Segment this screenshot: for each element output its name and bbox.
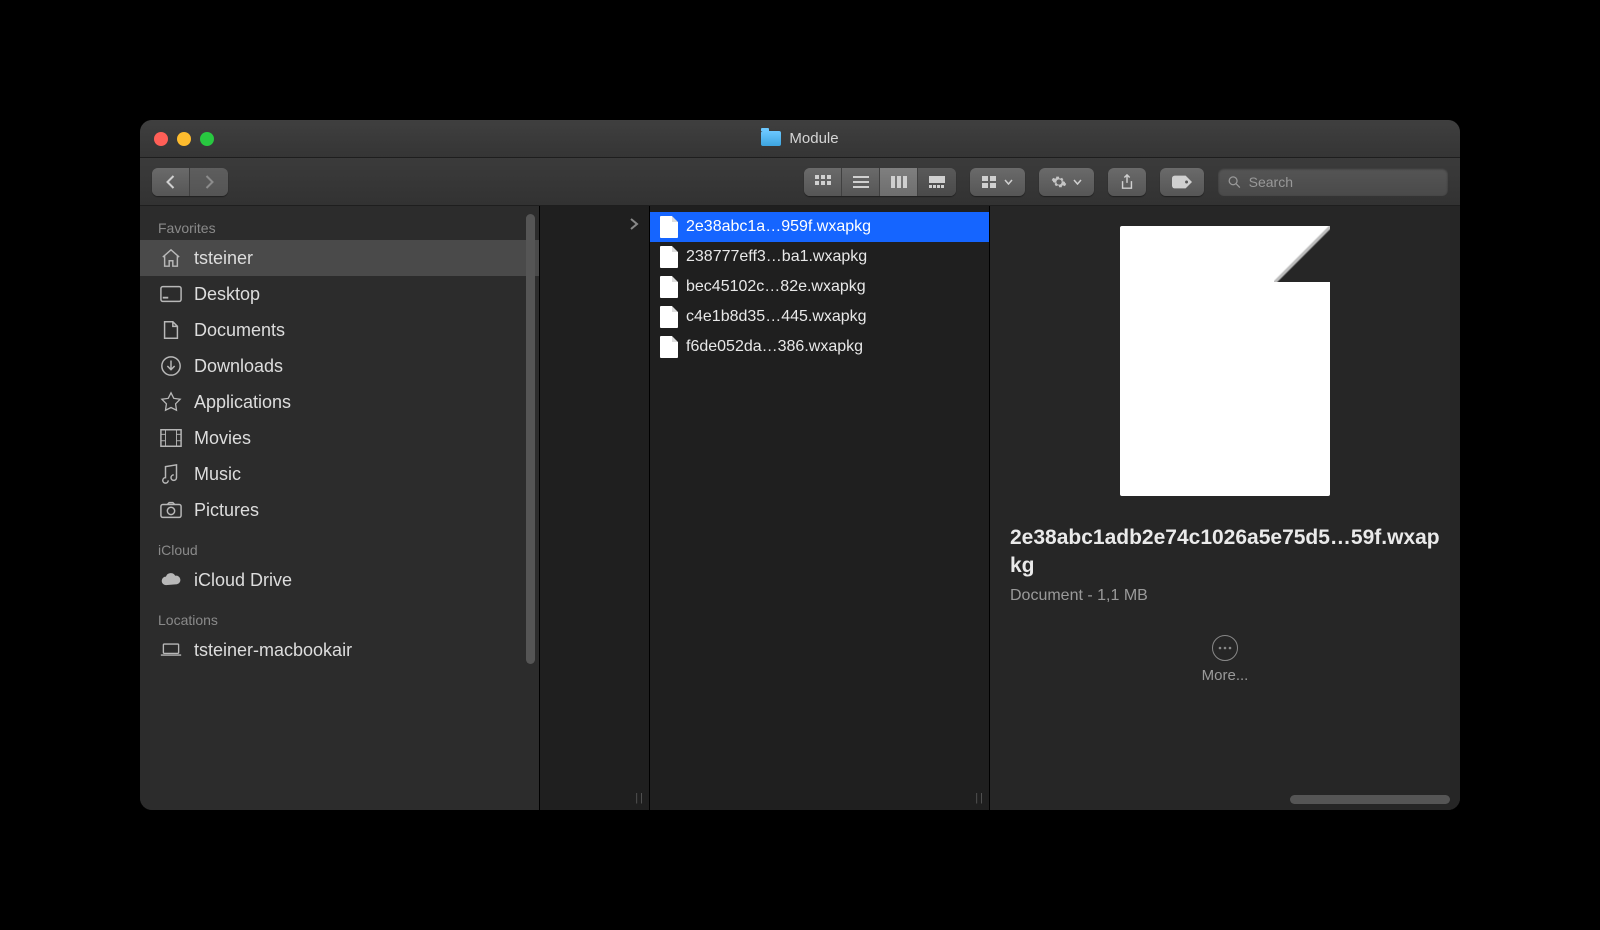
sidebar-item-label: Downloads	[194, 356, 283, 377]
sidebar-section-header: Locations	[140, 598, 539, 632]
chevron-down-icon	[1004, 179, 1013, 185]
documents-icon	[160, 319, 182, 341]
home-icon	[160, 247, 182, 269]
document-icon	[660, 336, 678, 358]
share-button[interactable]	[1108, 168, 1146, 196]
download-icon	[160, 355, 182, 377]
document-icon	[660, 306, 678, 328]
sidebar-section-header: iCloud	[140, 528, 539, 562]
sidebar-item-downloads[interactable]: Downloads	[140, 348, 539, 384]
finder-window: Module	[140, 120, 1460, 810]
toolbar	[140, 158, 1460, 206]
sidebar-item-label: iCloud Drive	[194, 570, 292, 591]
view-mode-buttons	[804, 168, 956, 196]
preview-pane: 2e38abc1adb2e74c1026a5e75d5…59f.wxapkg D…	[990, 206, 1460, 810]
sidebar-item-home[interactable]: tsteiner	[140, 240, 539, 276]
list-view-button[interactable]	[842, 168, 880, 196]
sidebar-item-documents[interactable]: Documents	[140, 312, 539, 348]
forward-button[interactable]	[190, 168, 228, 196]
sidebar-item-label: tsteiner-macbookair	[194, 640, 352, 661]
sidebar-item-pictures[interactable]: Pictures	[140, 492, 539, 528]
file-row[interactable]: c4e1b8d35…445.wxapkg	[650, 302, 989, 332]
column-parent[interactable]: ||	[540, 206, 650, 810]
sidebar-item-label: Music	[194, 464, 241, 485]
applications-icon	[160, 391, 182, 413]
chevron-down-icon	[1073, 179, 1082, 185]
cloud-icon	[160, 569, 182, 591]
share-icon	[1120, 174, 1134, 190]
gear-icon	[1051, 174, 1067, 190]
column-files: 2e38abc1a…959f.wxapkg 238777eff3…ba1.wxa…	[650, 206, 990, 810]
sidebar-item-movies[interactable]: Movies	[140, 420, 539, 456]
folder-icon	[761, 131, 781, 146]
sidebar-item-label: Documents	[194, 320, 285, 341]
horizontal-scrollbar[interactable]	[1290, 795, 1450, 804]
sidebar-scrollbar[interactable]	[526, 214, 535, 664]
window-controls	[154, 132, 214, 146]
file-name: f6de052da…386.wxapkg	[686, 338, 863, 356]
column-resize-handle[interactable]: ||	[635, 792, 645, 804]
window-title: Module	[140, 130, 1460, 147]
file-name: 2e38abc1a…959f.wxapkg	[686, 218, 871, 236]
close-window-button[interactable]	[154, 132, 168, 146]
preview-more-label: More...	[1202, 667, 1249, 684]
sidebar-section-header: Favorites	[140, 206, 539, 240]
zoom-window-button[interactable]	[200, 132, 214, 146]
column-view-button[interactable]	[880, 168, 918, 196]
desktop-icon	[160, 283, 182, 305]
movies-icon	[160, 427, 182, 449]
column-resize-handle[interactable]: ||	[975, 792, 985, 804]
file-name: 238777eff3…ba1.wxapkg	[686, 248, 867, 266]
document-icon	[660, 276, 678, 298]
search-field[interactable]	[1218, 168, 1448, 196]
back-button[interactable]	[152, 168, 190, 196]
sidebar-item-icloud-drive[interactable]: iCloud Drive	[140, 562, 539, 598]
preview-file-meta: Document - 1,1 MB	[1010, 587, 1440, 605]
file-name: bec45102c…82e.wxapkg	[686, 278, 866, 296]
sidebar-item-label: Desktop	[194, 284, 260, 305]
column-browser: || 2e38abc1a…959f.wxapkg 238777eff3…ba1.…	[540, 206, 1460, 810]
titlebar: Module	[140, 120, 1460, 158]
camera-icon	[160, 499, 182, 521]
window-title-text: Module	[789, 130, 838, 147]
music-icon	[160, 463, 182, 485]
file-row[interactable]: 238777eff3…ba1.wxapkg	[650, 242, 989, 272]
minimize-window-button[interactable]	[177, 132, 191, 146]
file-preview-thumbnail	[1120, 226, 1330, 496]
action-menu-button[interactable]	[1039, 168, 1094, 196]
icon-view-button[interactable]	[804, 168, 842, 196]
group-by-button[interactable]	[970, 168, 1025, 196]
search-input[interactable]	[1249, 174, 1438, 190]
sidebar-item-label: Applications	[194, 392, 291, 413]
nav-buttons	[152, 168, 228, 196]
preview-file-name: 2e38abc1adb2e74c1026a5e75d5…59f.wxapkg	[1010, 524, 1440, 581]
search-icon	[1228, 175, 1241, 189]
window-body: Favorites tsteiner Desktop Documents Dow…	[140, 206, 1460, 810]
ellipsis-icon	[1212, 635, 1238, 661]
file-name: c4e1b8d35…445.wxapkg	[686, 308, 867, 326]
tag-icon	[1172, 175, 1192, 189]
sidebar-item-applications[interactable]: Applications	[140, 384, 539, 420]
document-icon	[660, 246, 678, 268]
sidebar-item-desktop[interactable]: Desktop	[140, 276, 539, 312]
preview-more-button[interactable]: More...	[1202, 635, 1249, 684]
file-row[interactable]: 2e38abc1a…959f.wxapkg	[650, 212, 989, 242]
sidebar-item-label: Pictures	[194, 500, 259, 521]
sidebar-item-label: tsteiner	[194, 248, 253, 269]
sidebar-item-computer[interactable]: tsteiner-macbookair	[140, 632, 539, 668]
chevron-right-icon	[629, 218, 639, 230]
document-icon	[660, 216, 678, 238]
sidebar: Favorites tsteiner Desktop Documents Dow…	[140, 206, 540, 810]
file-row[interactable]: bec45102c…82e.wxapkg	[650, 272, 989, 302]
laptop-icon	[160, 639, 182, 661]
sidebar-item-music[interactable]: Music	[140, 456, 539, 492]
gallery-view-button[interactable]	[918, 168, 956, 196]
sidebar-item-label: Movies	[194, 428, 251, 449]
tags-button[interactable]	[1160, 168, 1204, 196]
file-row[interactable]: f6de052da…386.wxapkg	[650, 332, 989, 362]
